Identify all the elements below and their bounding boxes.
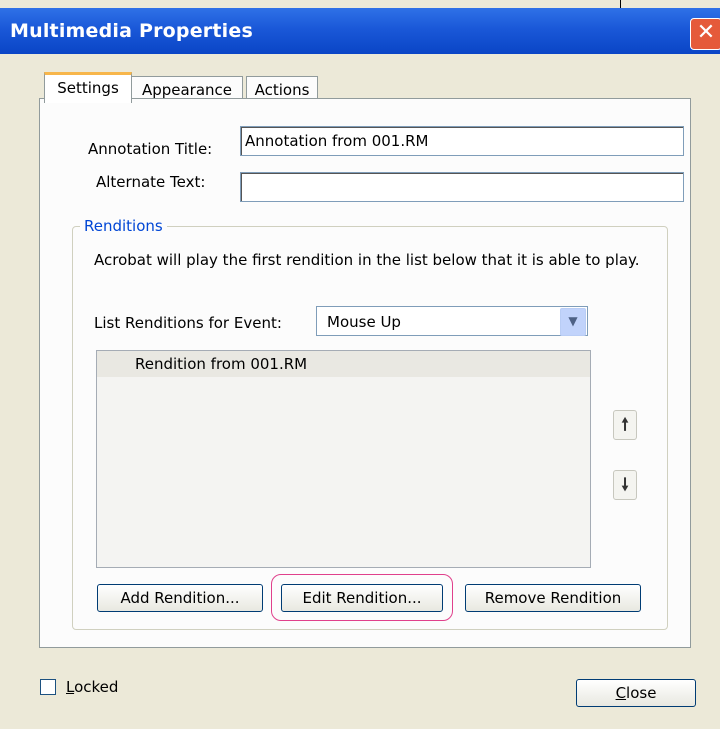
renditions-description: Acrobat will play the first rendition in… (94, 251, 640, 269)
add-rendition-button[interactable]: Add Rendition... (97, 584, 263, 612)
alternate-text-label: Alternate Text: (96, 173, 206, 191)
annotation-title-label: Annotation Title: (88, 140, 213, 158)
arrow-up-icon[interactable]: 🠕 (613, 410, 637, 440)
dialog-window: Multimedia Properties ✕ Settings Appeara… (0, 0, 720, 729)
window-title: Multimedia Properties (10, 20, 253, 42)
alternate-text-input[interactable] (240, 172, 684, 202)
event-select[interactable]: Mouse Up ▼ (316, 306, 588, 336)
title-bar[interactable]: Multimedia Properties ✕ (0, 8, 720, 54)
list-item[interactable]: Rendition from 001.RM (97, 351, 590, 377)
tab-settings[interactable]: Settings (44, 72, 132, 103)
locked-label[interactable]: Locked (66, 678, 118, 696)
arrow-down-icon[interactable]: 🠗 (613, 470, 637, 500)
list-item-label: Rendition from 001.RM (135, 355, 308, 373)
event-select-value: Mouse Up (327, 313, 401, 331)
renditions-legend: Renditions (80, 217, 167, 235)
event-label: List Renditions for Event: (94, 314, 282, 332)
chevron-down-icon[interactable]: ▼ (560, 308, 586, 336)
close-button[interactable]: Close (576, 679, 696, 707)
close-icon[interactable]: ✕ (690, 18, 720, 50)
locked-checkbox[interactable] (40, 679, 56, 695)
annotation-title-input[interactable]: Annotation from 001.RM (240, 126, 684, 156)
highlight-circle (271, 574, 453, 621)
top-edge-line (620, 0, 621, 8)
renditions-list[interactable]: Rendition from 001.RM (96, 350, 591, 568)
remove-rendition-button[interactable]: Remove Rendition (465, 584, 641, 612)
